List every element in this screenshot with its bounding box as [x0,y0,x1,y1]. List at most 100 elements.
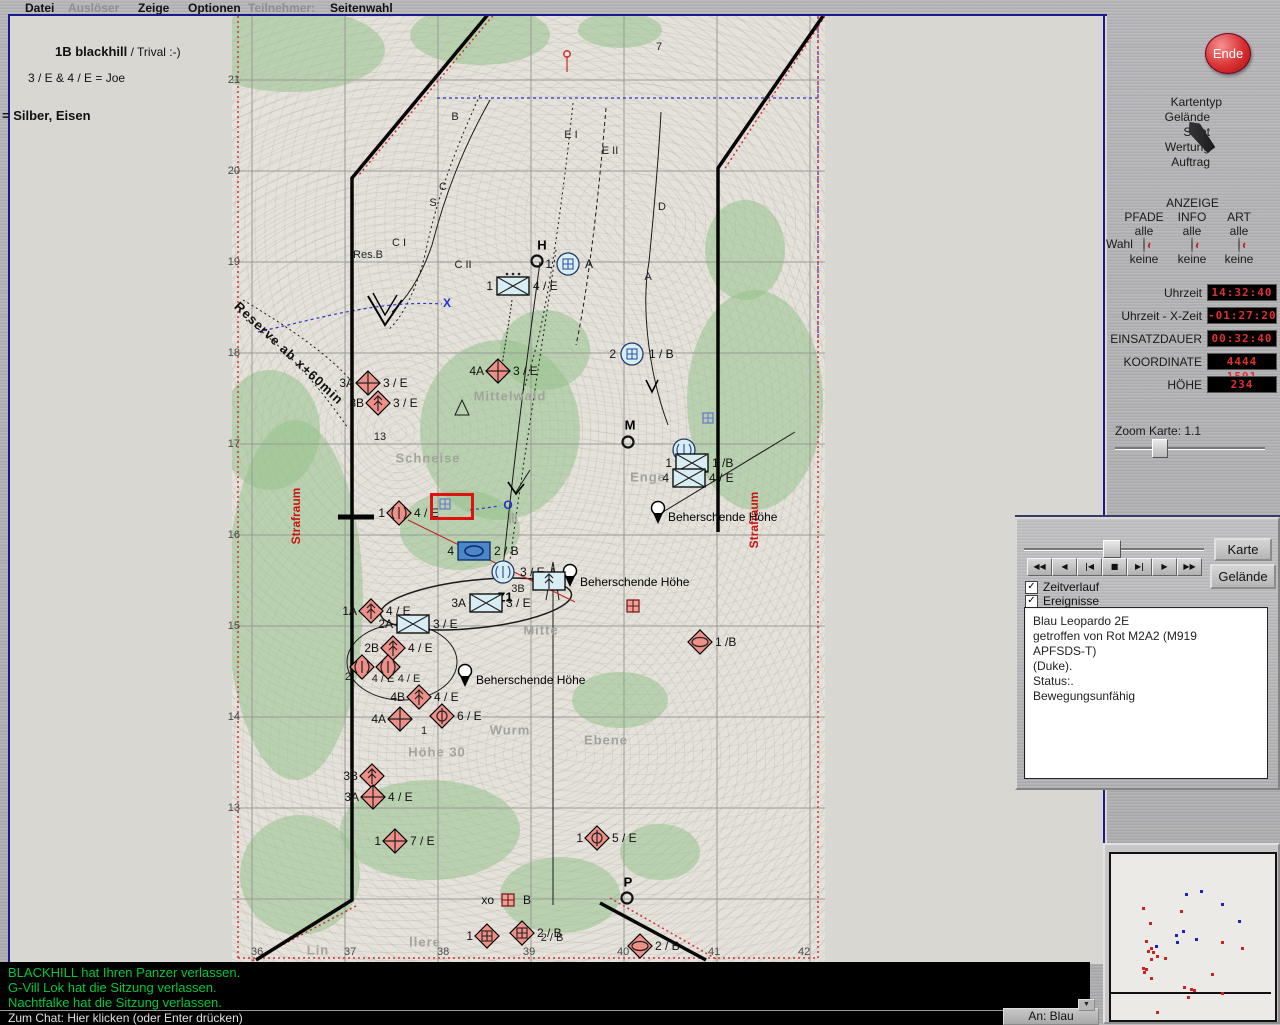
playback-ffwd-button[interactable]: ▶▶ [1177,558,1202,576]
point-ring [532,256,543,267]
ende-button[interactable]: Ende [1205,33,1251,74]
checkbox-label: Ereignisse [1043,594,1099,608]
event-line: APFSDS-T) [1033,644,1267,659]
checkbox-box[interactable]: ✓ [1025,595,1038,608]
playback-back-button[interactable]: ◀ [1052,558,1077,576]
team-line: = Silber, Eisen [2,108,91,123]
event-line: Blau Leopardo 2E [1033,614,1267,629]
unit-label-left: 1 [545,257,552,271]
minimap-boundary-line [1111,992,1271,994]
readout-value: 234 [1207,376,1277,393]
readout-row: Uhrzeit14:32:40 [1105,281,1277,304]
playback-stepback-button[interactable]: |◀ [1077,558,1102,576]
replay-panel: ◀◀◀|◀■▶|▶▶▶ Karte Gelände ✓Zeitverlauf✓E… [1015,517,1280,790]
chat-log: BLACKHILL hat Ihren Panzer verlassen.G-V… [0,962,1090,1010]
hill-marker-pin [459,665,472,688]
unit-label-right: 6 / E [457,709,482,723]
chat-status-bar[interactable]: Zum Chat: Hier klicken (oder Enter drück… [0,1010,1090,1025]
map-label: E I [564,129,577,141]
grid-row-label: 19 [222,256,240,268]
map-label: C [439,181,447,193]
readout-row: HÖHE234 [1105,373,1277,396]
unit-label-right: 1 /B [715,635,736,649]
grid-row-label: 14 [222,711,240,723]
playback-rew-button[interactable]: ◀◀ [1027,558,1052,576]
unit-label-left: xo [481,893,494,907]
map-label: Beherschende Höhe [668,510,777,524]
map-zoom-slider[interactable] [1115,447,1265,450]
minimap-blue-dot [1175,934,1178,937]
menu-seitenwahl[interactable]: Seitenwahl [330,1,393,15]
minimap-view [1109,852,1277,1022]
readout-panel: Uhrzeit14:32:40Uhrzeit - X-Zeit-01:27:20… [1105,281,1277,396]
minimap-red-dot [1221,992,1224,995]
anzeige-knob-info[interactable] [1191,237,1193,253]
readout-label: KOORDINATE [1105,355,1207,369]
unit-label-left: 1 [486,279,493,293]
anzeige-option-keine: keine [1167,252,1217,266]
chat-status-text[interactable]: Zum Chat: Hier klicken (oder Enter drück… [8,1011,243,1025]
unit-label-right: 4 / E [533,279,558,293]
map-label: Res.B [353,249,383,261]
anzeige-knob-art[interactable] [1238,237,1240,253]
anzeige-title: ANZEIGE [1105,196,1280,210]
kartentyp-item-wertung[interactable]: Wertung [1108,140,1210,155]
unit-label-right: 4 / E [388,790,413,804]
event-line: getroffen von Rot M2A2 (M919 [1033,629,1267,644]
unit-label-right: 1 / B [649,347,674,361]
karte-button[interactable]: Karte [1214,538,1272,561]
minimap-blue-dot [1195,938,1198,941]
anzeige-option-alle: alle [1119,224,1169,238]
unit-label-right: 4 / E [709,471,734,485]
readout-value: -01:27:20 [1207,307,1277,324]
readout-value: 14:32:40 [1207,284,1277,301]
kartentyp-item-auftrag[interactable]: Auftrag [1108,155,1210,170]
grid-row-label: 15 [222,620,240,632]
playback-stop-button[interactable]: ■ [1102,558,1127,576]
map-label: Ebene [584,733,628,748]
checkbox-box[interactable]: ✓ [1025,581,1038,594]
unit-label-left: 3A [339,376,354,390]
anzeige-col-name: ART [1214,210,1264,224]
assignment-line: 3 / E & 4 / E = Joe [28,71,125,85]
anzeige-knob-pfade[interactable] [1143,237,1145,253]
minimap-blue-dot [1176,941,1179,944]
anzeige-option-keine: keine [1119,252,1169,266]
map-label: Höhe 30 [408,745,466,760]
map-zoom-slider-thumb[interactable] [1152,439,1168,458]
menu-zeige[interactable]: Zeige [138,1,169,15]
grid-col-label: 41 [708,946,720,958]
flag-marker [564,51,570,72]
minimap-red-dot [1150,958,1153,961]
hill-marker-pin [652,502,665,525]
menu-datei[interactable]: Datei [25,1,54,15]
unit-label-right: 1 /B [712,456,733,470]
unit-label-right: 3 / E [506,596,531,610]
readout-row: EINSATZDAUER00:32:40 [1105,327,1277,350]
minimap-red-dot [1211,973,1214,976]
chat-scroll-down-icon[interactable]: ▼ [1078,999,1095,1011]
map-label: A [644,271,651,283]
playback-play-button[interactable]: ▶ [1152,558,1177,576]
anzeige-option-alle: alle [1214,224,1264,238]
menu-optionen[interactable]: Optionen [188,1,241,15]
anzeige-col-name: PFADE [1119,210,1169,224]
zoom-row: Zoom Karte: 1.1 [1115,424,1275,438]
map-label: P [624,875,633,890]
map-label: Mitte [523,623,558,638]
anzeige-col-art: ARTallekeine [1214,210,1264,266]
menu-bar: DateiAuslöserZeigeOptionenTeilnehmer:Sei… [0,0,1280,15]
minimap-red-dot [1142,907,1145,910]
zoom-value: 1.1 [1184,424,1201,438]
replay-timeline-thumb[interactable] [1103,540,1121,558]
minimap-red-dot [1150,947,1153,950]
playback-stepfwd-button[interactable]: ▶| [1127,558,1152,576]
unit-label-right: 2 / B [494,544,519,558]
anzeige-col-info: INFOallekeine [1167,210,1217,266]
gelaende-button[interactable]: Gelände [1210,564,1276,589]
unit-label-left: 4 [447,544,454,558]
unit-label-right: 2 / B [537,926,562,940]
grid-row-label: 13 [222,802,240,814]
minimap-red-dot [1147,950,1150,953]
unit-label-left: 3B [349,396,364,410]
